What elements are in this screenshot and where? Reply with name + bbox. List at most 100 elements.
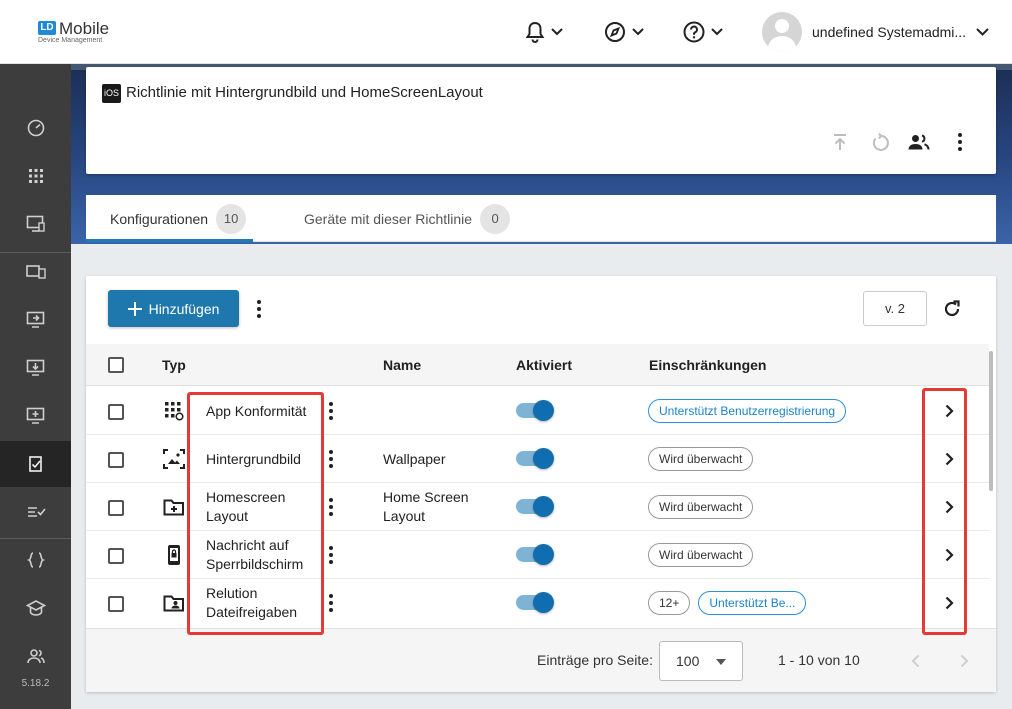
compass-menu[interactable] — [604, 19, 644, 45]
user-menu[interactable]: undefined Systemadmi... — [762, 12, 989, 52]
sidebar-item-devices[interactable] — [0, 250, 71, 294]
restriction-chip: Unterstützt Benutzerregistrierung — [648, 399, 847, 423]
table-scrollbar[interactable] — [989, 351, 993, 491]
plus-icon — [127, 301, 142, 316]
row-active-toggle[interactable] — [516, 496, 554, 517]
tab-devices-with-policy[interactable]: Geräte mit dieser Richtlinie 0 — [304, 195, 511, 242]
reset-icon — [872, 132, 889, 151]
more-options-button[interactable] — [948, 130, 972, 154]
row-active-toggle[interactable] — [516, 400, 554, 421]
user-name: undefined Systemadmi... — [812, 24, 967, 40]
logo-mark: LD — [38, 21, 56, 35]
previous-page-button[interactable] — [903, 649, 927, 673]
education-icon — [25, 600, 46, 616]
row-checkbox[interactable] — [108, 500, 124, 516]
help-icon — [683, 21, 705, 43]
row-name: Home Screen Layout — [383, 489, 469, 524]
row-checkbox[interactable] — [108, 596, 124, 612]
highlight-box-open-buttons — [922, 388, 967, 635]
screen-add-icon — [26, 407, 44, 424]
sidebar-item-dashboard[interactable] — [0, 106, 71, 150]
chevron-down-icon — [551, 28, 563, 36]
row-active-toggle[interactable] — [516, 544, 554, 565]
app-compliance-icon — [163, 400, 185, 422]
row-more-button[interactable] — [321, 543, 341, 567]
sidebar-item-apps[interactable] — [0, 154, 71, 198]
devices-icon — [25, 265, 46, 279]
sidebar-item-users[interactable] — [0, 634, 71, 678]
chevron-right-icon — [960, 654, 968, 668]
tab-configurations[interactable]: Konfigurationen 10 — [110, 195, 247, 242]
sidebar-item-remote-screen[interactable] — [0, 298, 71, 342]
row-name — [383, 387, 508, 435]
platform-badge: iOS — [102, 84, 121, 103]
row-name — [383, 531, 508, 579]
row-active-toggle[interactable] — [516, 592, 554, 613]
column-header-restrictions[interactable]: Einschränkungen — [649, 344, 766, 386]
per-page-value: 100 — [676, 653, 700, 669]
version-select[interactable]: v. 2 — [863, 291, 927, 326]
tab-label: Konfigurationen — [110, 210, 209, 227]
refresh-icon — [944, 300, 960, 317]
restriction-chip: Wird überwacht — [648, 543, 754, 567]
chevron-down-icon — [632, 28, 644, 36]
top-bar: LD Mobile Device Management undefined Sy… — [0, 0, 1012, 64]
app-version: 5.18.2 — [21, 678, 50, 689]
sidebar-item-screen-add[interactable] — [0, 394, 71, 438]
restriction-chip: 12+ — [648, 591, 691, 615]
kebab-icon — [958, 133, 962, 151]
row-checkbox[interactable] — [108, 404, 124, 420]
row-more-button[interactable] — [321, 447, 341, 471]
row-restrictions: Wird überwacht — [648, 435, 761, 483]
sidebar-item-download-screen[interactable] — [0, 346, 71, 390]
add-button-label: Hinzufügen — [148, 300, 220, 317]
compass-icon — [605, 22, 625, 42]
column-header-name[interactable]: Name — [383, 344, 421, 386]
row-more-button[interactable] — [321, 399, 341, 423]
help-menu[interactable] — [683, 19, 723, 45]
sidebar-item-policies[interactable] — [0, 441, 71, 487]
notifications-menu[interactable] — [525, 19, 563, 45]
row-checkbox[interactable] — [108, 452, 124, 468]
policy-header-card: iOS Richtlinie mit Hintergrundbild und H… — [86, 67, 996, 174]
row-more-button[interactable] — [321, 591, 341, 615]
select-all-checkbox[interactable] — [108, 357, 124, 373]
upload-icon — [834, 134, 846, 150]
row-restrictions: Wird überwacht — [648, 483, 761, 531]
add-button[interactable]: Hinzufügen — [108, 290, 239, 327]
avatar — [762, 12, 802, 52]
column-header-type[interactable]: Typ — [162, 344, 186, 386]
pagination-bar: Einträge pro Seite: 100 1 - 10 von 10 — [86, 628, 996, 692]
sidebar: 5.18.2 — [0, 64, 71, 709]
page-title: Richtlinie mit Hintergrundbild und HomeS… — [126, 84, 483, 101]
next-page-button[interactable] — [952, 649, 976, 673]
checklist-icon — [27, 507, 46, 517]
wallpaper-icon — [163, 448, 185, 470]
row-name — [383, 579, 508, 627]
kebab-icon — [329, 594, 333, 612]
apps-grid-icon — [28, 169, 43, 183]
users-icon — [26, 649, 45, 664]
row-active-toggle[interactable] — [516, 448, 554, 469]
folder-add-icon — [163, 496, 185, 518]
revert-button[interactable] — [868, 130, 892, 154]
per-page-select[interactable]: 100 — [659, 641, 743, 681]
sidebar-item-code[interactable] — [0, 538, 71, 582]
assign-groups-button[interactable] — [907, 130, 931, 154]
caret-down-icon — [716, 659, 726, 665]
kebab-icon — [329, 450, 333, 468]
row-more-button[interactable] — [321, 495, 341, 519]
refresh-button[interactable] — [939, 296, 965, 322]
column-header-active[interactable]: Aktiviert — [516, 344, 572, 386]
restriction-chip: Unterstützt Be... — [698, 591, 807, 615]
sidebar-item-checklist[interactable] — [0, 490, 71, 534]
sidebar-item-education[interactable] — [0, 586, 71, 630]
sidebar-item-device-screen[interactable] — [0, 202, 71, 246]
publish-button[interactable] — [828, 130, 852, 154]
kebab-icon — [257, 300, 261, 318]
row-checkbox[interactable] — [108, 548, 124, 564]
lock-screen-icon — [163, 544, 185, 566]
logo-name: Mobile — [59, 19, 110, 38]
toolbar-more-button[interactable] — [249, 297, 269, 321]
kebab-icon — [329, 402, 333, 420]
